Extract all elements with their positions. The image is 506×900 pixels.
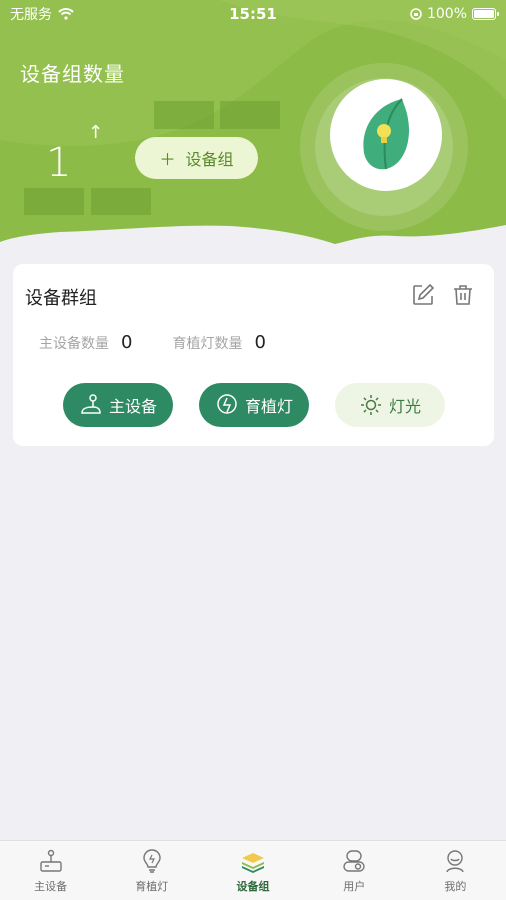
tab-grow-light[interactable]: 育植灯 (101, 841, 202, 900)
carrier-label: 无服务 (10, 7, 52, 23)
tab-mine-label: 我的 (444, 879, 467, 893)
bulb-icon (143, 848, 161, 873)
tab-user-label: 用户 (343, 879, 366, 893)
placeholder-block (154, 101, 214, 129)
grow-light-count-value: 0 (254, 332, 266, 353)
layers-icon (242, 852, 264, 873)
tab-bar: 主设备 育植灯 设备组 用户 我的 (0, 840, 506, 900)
light-button[interactable]: 灯光 (335, 383, 445, 427)
device-group-card[interactable]: 设备群组 主设备数量 0 育植灯数量 0 主设备 育植灯 灯光 (13, 264, 494, 446)
joystick-icon (39, 849, 62, 872)
placeholder-block (91, 188, 151, 215)
add-device-group-label: 设备组 (185, 150, 234, 169)
battery-icon (472, 8, 499, 20)
tab-mine[interactable]: 我的 (405, 841, 506, 900)
add-device-group-button[interactable]: ＋ 设备组 (135, 137, 258, 179)
grow-light-count-label: 育植灯数量 (172, 335, 243, 352)
profile-icon (446, 849, 465, 872)
battery-percent: 100% (426, 6, 467, 22)
device-stats: 主设备数量 0 育植灯数量 0 (39, 332, 266, 353)
sun-icon (360, 395, 381, 415)
edit-icon[interactable] (410, 282, 436, 308)
device-group-count-title: 设备组数量 (20, 62, 125, 86)
tab-user[interactable]: 用户 (304, 841, 405, 900)
tab-main-device[interactable]: 主设备 (0, 841, 101, 900)
plus-icon: ＋ (159, 150, 176, 169)
app-logo (330, 79, 442, 191)
user-toggle-icon (343, 849, 365, 872)
tab-device-group-label: 设备组 (236, 879, 270, 893)
orientation-lock-icon (410, 8, 422, 20)
tab-grow-light-label: 育植灯 (135, 879, 169, 893)
main-device-count-value: 0 (121, 332, 133, 353)
grow-light-button[interactable]: 育植灯 (199, 383, 309, 427)
leaf-bulb-icon (363, 98, 410, 170)
grow-light-button-label: 育植灯 (244, 397, 293, 416)
device-group-count: 1 (46, 140, 72, 186)
light-button-label: 灯光 (388, 397, 421, 416)
tab-device-group[interactable]: 设备组 (202, 841, 303, 900)
header-banner: 设备组数量 1 ↑ ＋ 设备组 (0, 0, 506, 250)
main-device-count-label: 主设备数量 (39, 335, 109, 352)
status-bar: 无服务 15:51 100% (0, 0, 506, 28)
placeholder-block (24, 188, 84, 215)
main-device-button-label: 主设备 (108, 397, 157, 416)
count-unit: ↑ (88, 122, 104, 143)
bulb-icon (217, 394, 237, 414)
placeholder-block (220, 101, 280, 129)
card-title: 设备群组 (25, 288, 97, 309)
tab-main-device-label: 主设备 (34, 879, 68, 893)
joystick-icon (81, 394, 101, 414)
delete-icon[interactable] (450, 282, 476, 308)
wifi-icon (58, 8, 74, 20)
main-device-button[interactable]: 主设备 (63, 383, 173, 427)
